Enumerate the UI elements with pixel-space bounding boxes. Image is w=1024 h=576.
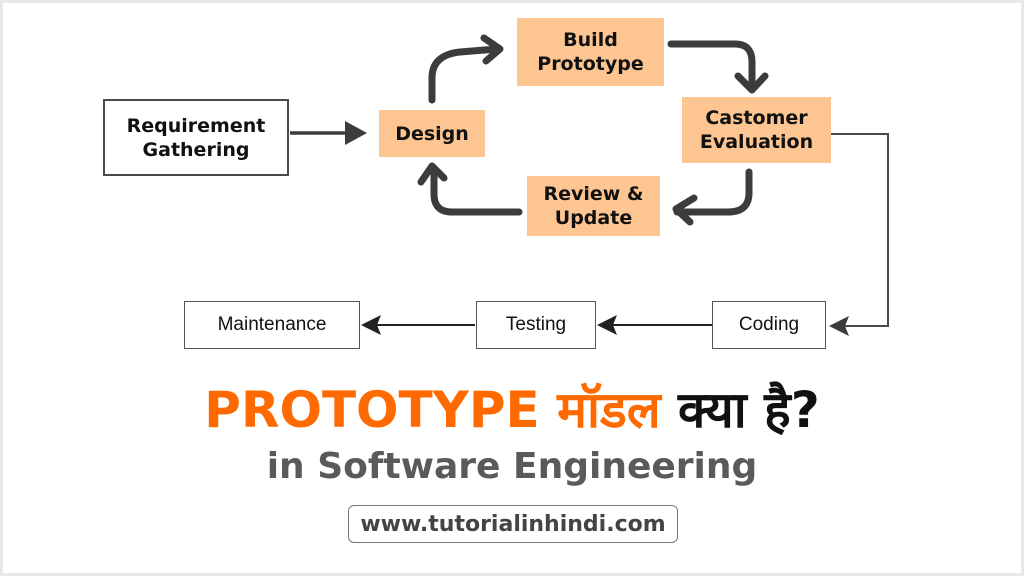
node-maintenance: Maintenance bbox=[184, 301, 360, 349]
title-hindi-black: क्या है? bbox=[678, 381, 820, 439]
arrow-coding-to-testing bbox=[597, 315, 712, 335]
node-build-prototype: Build Prototype bbox=[517, 18, 664, 86]
node-design: Design bbox=[379, 110, 485, 157]
arrow-evaluation-to-coding bbox=[829, 133, 889, 336]
arrow-design-to-build bbox=[428, 34, 504, 104]
arrow-requirement-to-design bbox=[290, 121, 367, 145]
title-hindi-orange: मॉडल bbox=[557, 381, 661, 439]
node-review-update: Review & Update bbox=[527, 176, 660, 236]
arrow-evaluation-to-review bbox=[672, 168, 753, 226]
arrow-build-to-evaluation bbox=[667, 40, 769, 94]
node-coding: Coding bbox=[712, 301, 826, 349]
page-subtitle: in Software Engineering bbox=[266, 446, 758, 487]
page-title: PROTOTYPE मॉडल क्या है? bbox=[0, 380, 1024, 440]
arrow-review-to-design bbox=[417, 162, 523, 216]
title-english: PROTOTYPE bbox=[204, 381, 540, 439]
node-testing: Testing bbox=[476, 301, 596, 349]
node-customer-evaluation: Castomer Evaluation bbox=[682, 97, 831, 163]
node-requirement-gathering: Requirement Gathering bbox=[103, 99, 289, 176]
website-link[interactable]: www.tutorialinhindi.com bbox=[348, 505, 678, 543]
arrow-testing-to-maintenance bbox=[361, 315, 475, 335]
